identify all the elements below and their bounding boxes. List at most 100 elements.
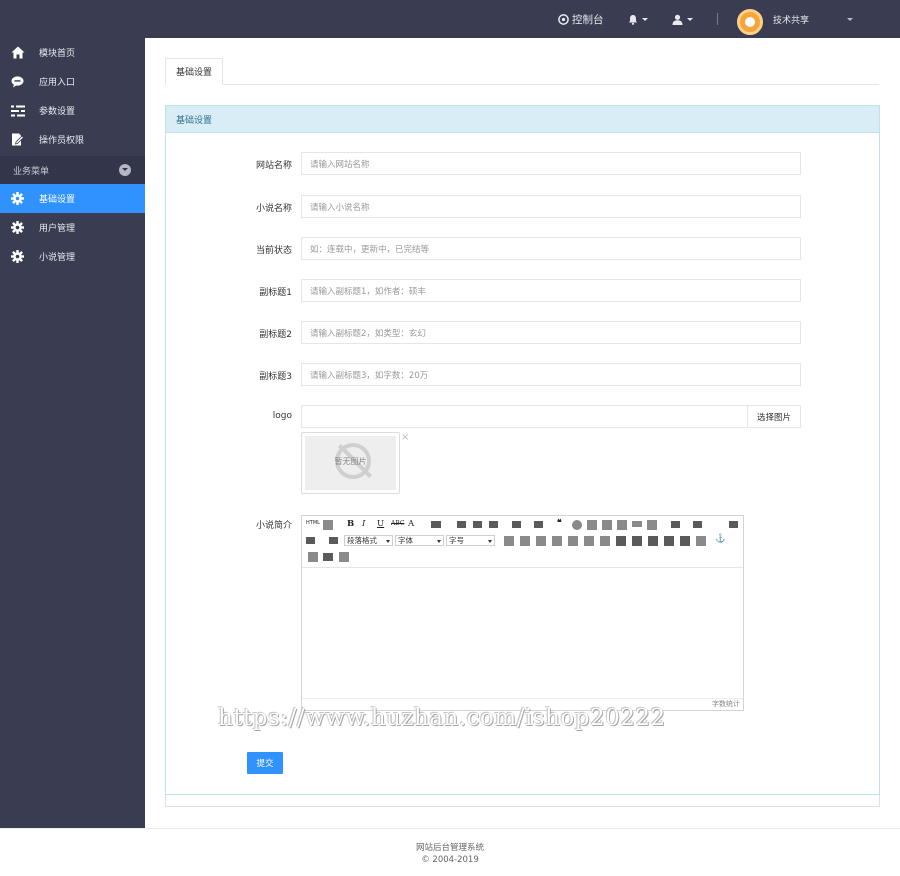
multi-image-icon[interactable]	[602, 520, 612, 530]
font-size-select[interactable]: 字号	[446, 535, 495, 546]
subtitle3-input[interactable]: 请输入副标题3，如字数：20万	[301, 363, 801, 386]
insert-row-icon[interactable]	[520, 536, 530, 546]
rich-text-editor[interactable]: HTML B I U ABC A ❝ 段落格式 字体 字号 ⚓ 字数统计	[301, 515, 744, 711]
novel-name-label: 小说名称	[255, 204, 292, 214]
subtitle3-label: 副标题3	[259, 372, 292, 382]
sidebar: 模块首页 应用入口 参数设置 操作员权限 业务菜单 基础设置 用户管理 小说管理	[0, 38, 145, 828]
italic-button[interactable]: I	[362, 519, 365, 529]
remove-image-icon[interactable]: ×	[401, 432, 409, 443]
bell-icon	[629, 14, 637, 25]
console-link[interactable]: 控制台	[558, 0, 604, 38]
chat-bubble-icon	[10, 74, 25, 89]
line-height-icon[interactable]	[671, 521, 680, 528]
delete-col-icon[interactable]	[568, 536, 578, 546]
delete-table-icon[interactable]	[680, 536, 690, 546]
sidebar-item-app-entry[interactable]: 应用入口	[0, 67, 145, 96]
table-props-icon[interactable]	[664, 536, 674, 546]
sidebar-item-basic-settings[interactable]: 基础设置	[0, 184, 145, 213]
sidebar-item-label: 参数设置	[39, 107, 76, 117]
indent-icon[interactable]	[329, 537, 338, 544]
account-menu-toggle[interactable]	[843, 0, 853, 38]
navbar-divider	[717, 13, 718, 25]
editor-toolbar: HTML B I U ABC A ❝ 段落格式 字体 字号 ⚓	[302, 516, 743, 568]
split-rows-icon[interactable]	[632, 536, 642, 546]
watermark-text: https://www.huzhan.com/ishop20222	[218, 705, 666, 731]
sidebar-group-label: 业务菜单	[13, 166, 50, 177]
format-paint-icon[interactable]	[693, 521, 702, 528]
dashboard-icon	[558, 13, 569, 25]
strikethrough-button[interactable]: ABC	[391, 520, 404, 527]
logo-path-input[interactable]	[301, 405, 748, 428]
sidebar-item-label: 小说管理	[39, 253, 76, 263]
novel-name-input[interactable]: 请输入小说名称	[301, 195, 801, 218]
user-dropdown[interactable]	[672, 0, 693, 38]
font-color-button[interactable]: A	[408, 519, 414, 529]
page-footer: 网站后台管理系统 © 2004-2019	[0, 828, 900, 876]
subtitle2-input[interactable]: 请输入副标题2，如类型：玄幻	[301, 321, 801, 344]
site-name-label: 网站名称	[255, 161, 292, 171]
print-icon[interactable]	[323, 553, 333, 561]
table-icon[interactable]	[504, 536, 514, 546]
preview-icon[interactable]	[308, 552, 318, 562]
sidebar-item-label: 应用入口	[39, 78, 76, 88]
eraser-icon[interactable]	[647, 520, 657, 530]
intro-label: 小说简介	[255, 521, 292, 531]
image-icon[interactable]	[587, 520, 597, 530]
sidebar-group-business[interactable]: 业务菜单	[0, 156, 145, 184]
underline-button[interactable]: U	[377, 519, 384, 529]
search-icon[interactable]	[323, 520, 333, 530]
font-family-select[interactable]: 字体	[395, 535, 444, 546]
fullscreen-icon[interactable]	[729, 521, 738, 528]
username[interactable]: 技术共享	[773, 0, 809, 38]
panel-title: 基础设置	[166, 106, 879, 133]
bold-button[interactable]: B	[347, 519, 354, 529]
emoji-icon[interactable]	[572, 520, 582, 530]
logo-label: logo	[272, 411, 292, 421]
choose-image-button[interactable]: 选择图片	[747, 405, 801, 428]
merge-cells-icon[interactable]	[584, 536, 594, 546]
unordered-list-icon[interactable]	[534, 521, 543, 528]
highlight-icon[interactable]	[431, 521, 441, 528]
footer-copyright: © 2004-2019	[421, 855, 479, 865]
footer-system-name: 网站后台管理系统	[415, 843, 484, 853]
status-input[interactable]: 如：连载中，更新中，已完结等	[301, 237, 801, 260]
sidebar-item-operator-permissions[interactable]: 操作员权限	[0, 125, 145, 154]
link-icon[interactable]	[632, 521, 642, 527]
blockquote-button[interactable]: ❝	[557, 518, 562, 528]
ordered-list-icon[interactable]	[512, 521, 521, 528]
site-name-input[interactable]: 请输入网站名称	[301, 152, 801, 175]
html-source-button[interactable]: HTML	[306, 520, 320, 526]
insert-col-icon[interactable]	[536, 536, 546, 546]
anchor-icon[interactable]	[696, 536, 706, 546]
settings-panel: 基础设置 网站名称 请输入网站名称 小说名称 请输入小说名称 当前状态 如：连载…	[165, 105, 880, 795]
subtitle1-input[interactable]: 请输入副标题1，如作者：硕丰	[301, 279, 801, 302]
row-spacing-icon[interactable]	[306, 537, 315, 544]
chevron-down-icon[interactable]	[119, 164, 131, 176]
sidebar-item-home[interactable]: 模块首页	[0, 38, 145, 67]
sidebar-item-parameters[interactable]: 参数设置	[0, 96, 145, 125]
subtitle1-label: 副标题1	[259, 288, 292, 298]
split-cols-icon[interactable]	[648, 536, 658, 546]
notifications-dropdown[interactable]	[628, 0, 648, 38]
align-left-icon[interactable]	[457, 521, 466, 528]
delete-row-icon[interactable]	[552, 536, 562, 546]
align-center-icon[interactable]	[473, 521, 482, 528]
music-icon[interactable]	[617, 520, 627, 530]
align-right-icon[interactable]	[489, 521, 498, 528]
sidebar-item-label: 用户管理	[39, 224, 76, 234]
template-icon[interactable]	[339, 552, 349, 562]
anchor-button[interactable]: ⚓	[715, 534, 726, 544]
chevron-down-icon	[847, 17, 853, 21]
cell-align-icon[interactable]	[616, 536, 626, 546]
tab-basic-settings[interactable]: 基础设置	[165, 58, 223, 85]
sidebar-item-novel-management[interactable]: 小说管理	[0, 242, 145, 271]
sidebar-item-user-management[interactable]: 用户管理	[0, 213, 145, 242]
submit-button[interactable]: 提交	[247, 752, 283, 774]
top-navbar: 控制台 技术共享	[0, 0, 900, 38]
status-label: 当前状态	[255, 246, 292, 256]
tab-bar: 基础设置	[165, 58, 879, 85]
chevron-down-icon	[642, 17, 648, 21]
split-cells-icon[interactable]	[600, 536, 610, 546]
avatar[interactable]	[737, 9, 763, 35]
paragraph-format-select[interactable]: 段落格式	[344, 535, 393, 546]
